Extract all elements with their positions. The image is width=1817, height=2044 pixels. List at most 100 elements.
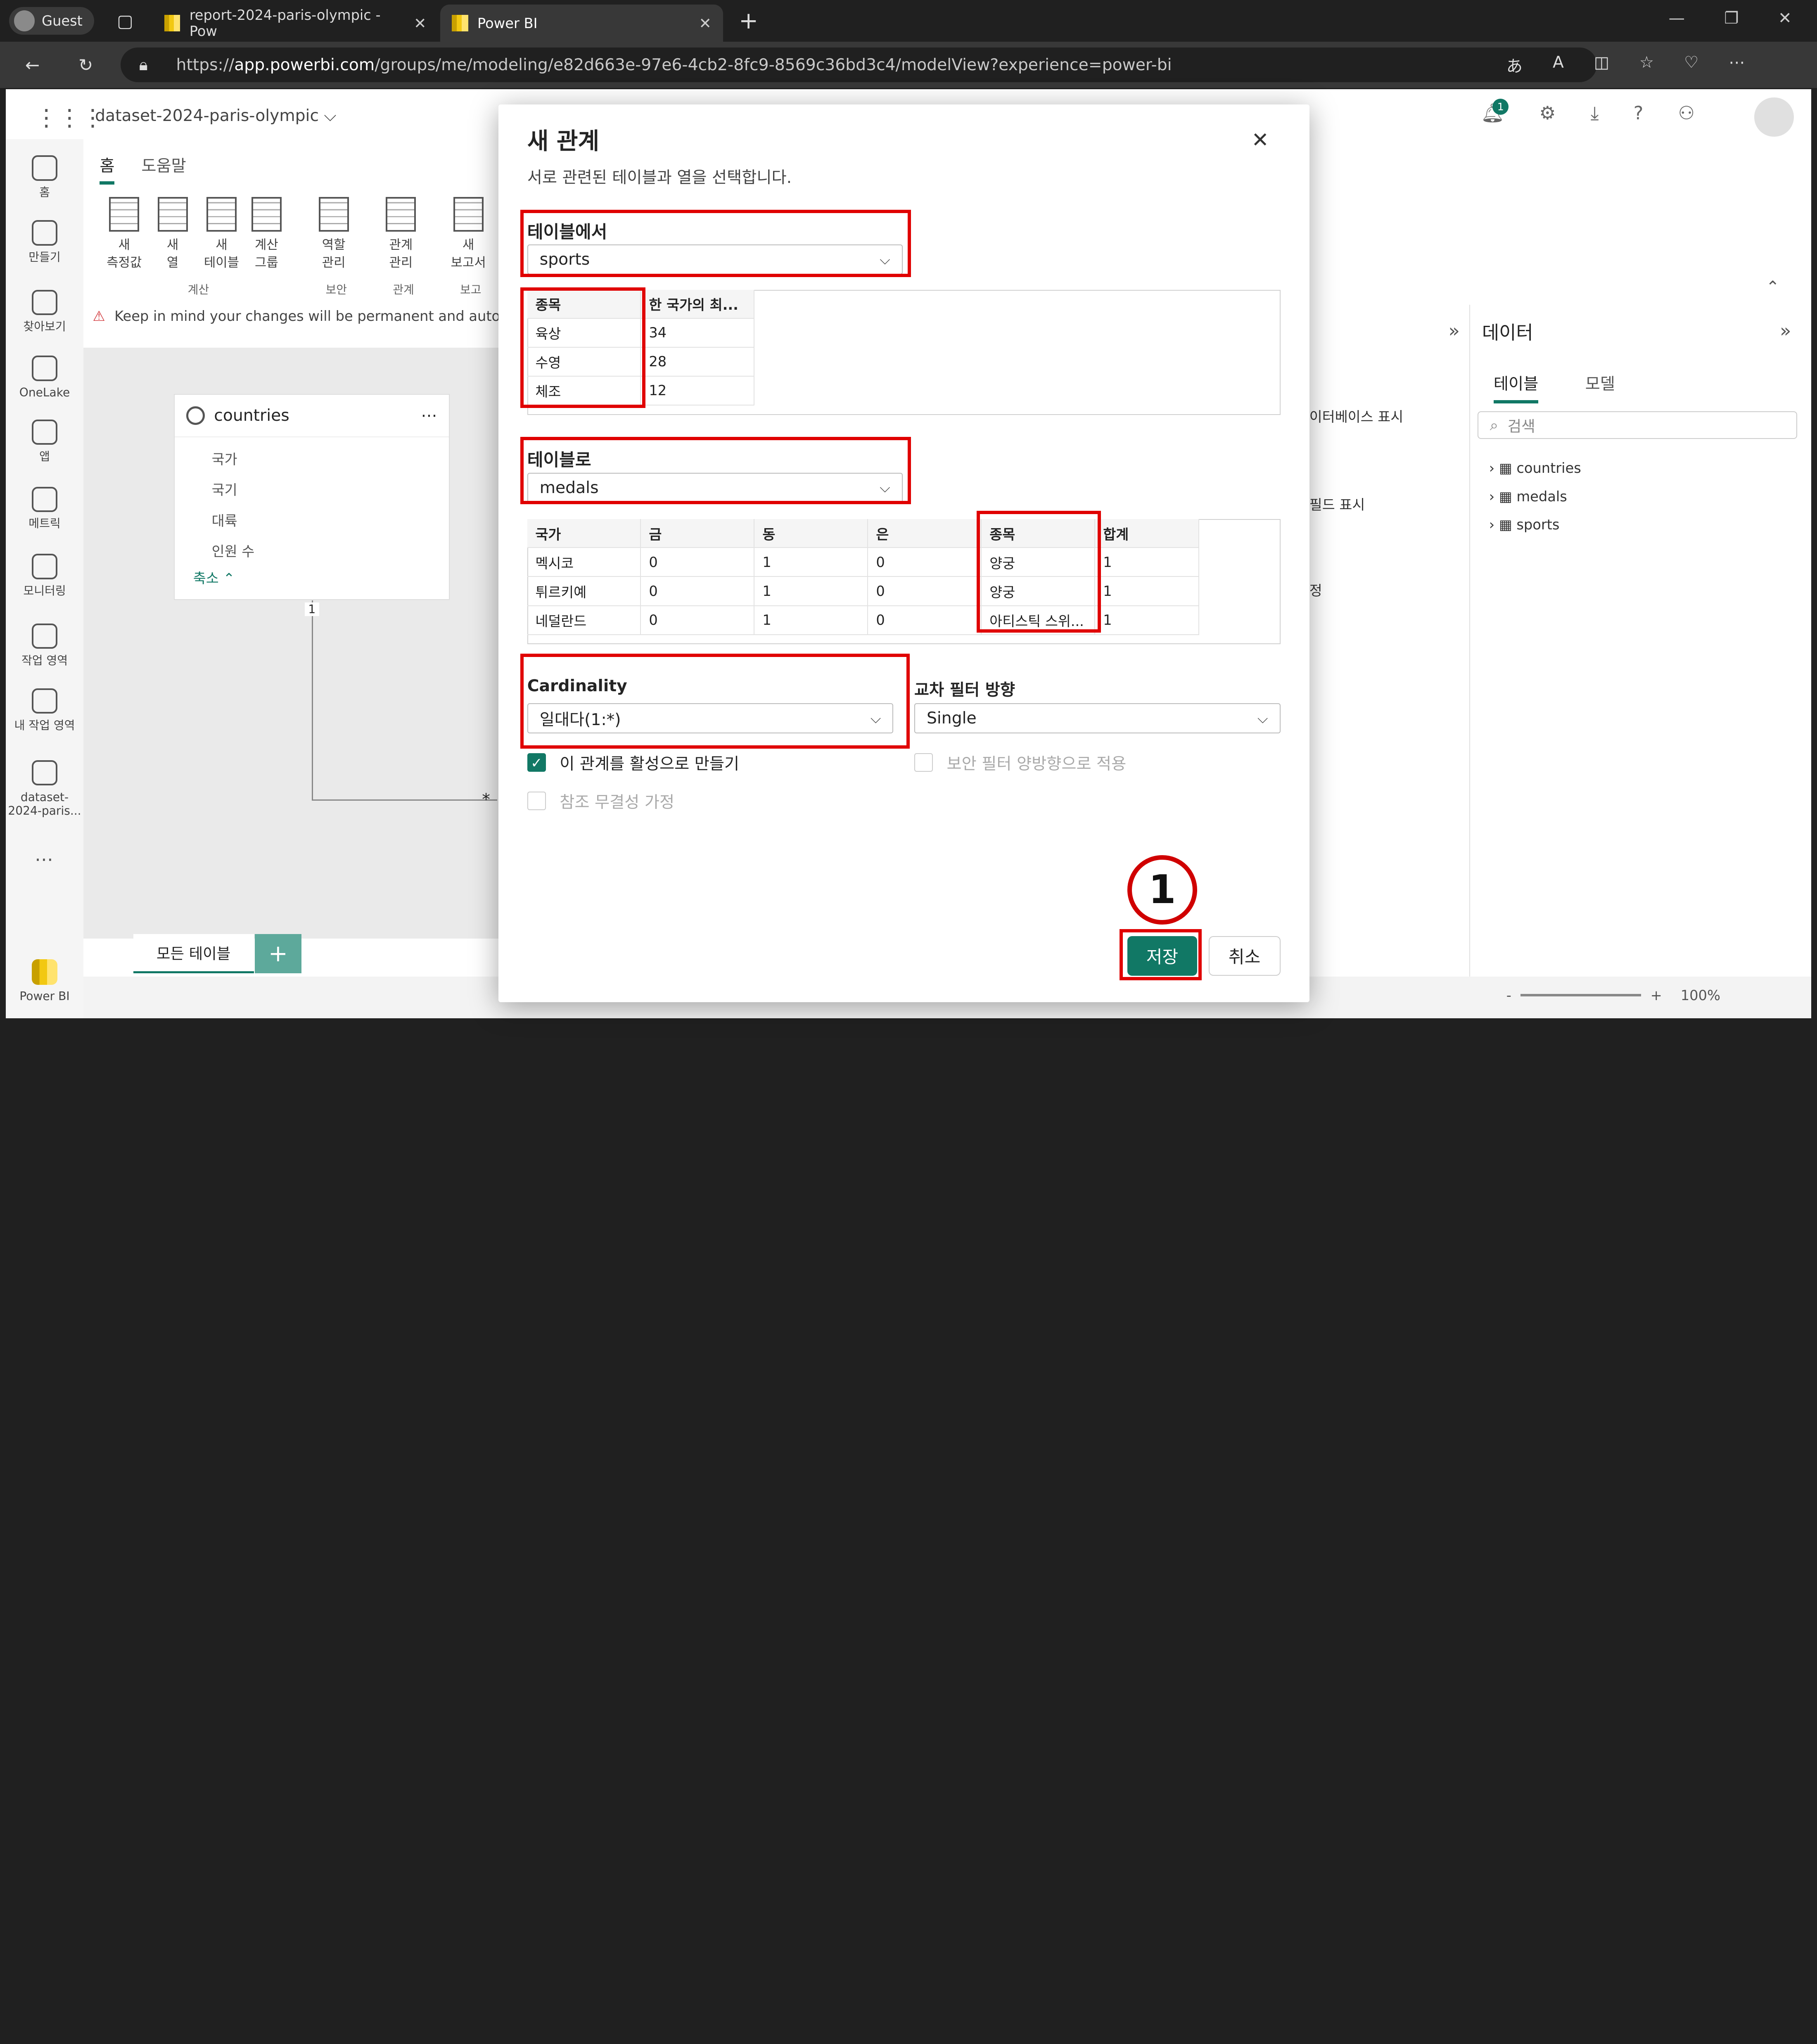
restore-icon[interactable]: ❐ xyxy=(1724,9,1739,28)
nav-item-8[interactable]: 내 작업 영역 xyxy=(6,688,83,733)
column-header[interactable]: 국가 xyxy=(527,519,641,548)
ribbon-group-label: 보안 xyxy=(325,283,347,297)
table-cell: 1 xyxy=(754,577,868,606)
health-icon[interactable]: ♡ xyxy=(1684,53,1698,77)
expand-pane-icon[interactable]: » xyxy=(1449,320,1460,341)
ribbon-icon xyxy=(386,197,416,232)
ribbon-group-label: 관계 xyxy=(393,283,414,297)
favorites-icon[interactable]: ☆ xyxy=(1639,53,1654,77)
table-cell: 1 xyxy=(754,548,868,577)
ribbon-icon xyxy=(109,197,140,232)
back-icon[interactable]: ← xyxy=(16,49,49,81)
field-item[interactable]: 국가 xyxy=(212,444,449,475)
nav-item-0[interactable]: 홈 xyxy=(6,155,83,199)
column-header[interactable]: 합계 xyxy=(1095,519,1200,548)
collapse-link[interactable]: 축소 ⌃ xyxy=(175,567,449,587)
close-tab-icon[interactable]: ✕ xyxy=(699,14,712,32)
close-icon[interactable]: ✕ xyxy=(1251,128,1269,152)
ribbon-label: 관리 xyxy=(322,255,346,270)
app-launcher-icon[interactable]: ⋮⋮⋮ xyxy=(35,104,104,131)
tab-actions-icon[interactable]: ▢ xyxy=(109,5,142,37)
ribbon-button-2[interactable]: 새 테이블 xyxy=(204,197,239,271)
account-avatar[interactable] xyxy=(1754,97,1794,137)
field-item[interactable]: 인원 수 xyxy=(212,536,449,567)
tab-model[interactable]: 모델 xyxy=(1585,371,1615,394)
nav-item-5[interactable]: 메트릭 xyxy=(6,486,83,531)
tab-powerbi[interactable]: Power BI ✕ xyxy=(440,5,723,42)
nav-item-9[interactable]: dataset- 2024-paris... xyxy=(6,760,83,818)
url-field[interactable]: https://app.powerbi.com/groups/me/modeli… xyxy=(120,47,1597,83)
filter-direction-select[interactable]: Single ⌵ xyxy=(914,703,1281,734)
collapse-ribbon-icon[interactable]: ⌃ xyxy=(1766,278,1779,296)
column-header[interactable]: 금 xyxy=(640,519,754,548)
ribbon-button-3[interactable]: 계산 그룹 xyxy=(251,197,282,271)
refresh-icon[interactable]: ↻ xyxy=(69,49,102,81)
dataset-name[interactable]: dataset-2024-paris-olympic ⌵ xyxy=(95,107,336,125)
nav-item-2[interactable]: 찾아보기 xyxy=(6,289,83,334)
search-input[interactable]: ⌕ 검색 xyxy=(1477,411,1798,439)
add-layout-button[interactable]: + xyxy=(255,934,301,974)
tab-help[interactable]: 도움말 xyxy=(141,153,186,176)
field-item[interactable]: 대륙 xyxy=(212,506,449,536)
help-icon[interactable]: ? xyxy=(1634,102,1644,124)
prop-text: 정 xyxy=(1309,583,1322,599)
prop-text: 이터베이스 표시 xyxy=(1309,409,1404,425)
table-cell: 0 xyxy=(640,577,754,606)
ribbon-button-6[interactable]: 새 보고서 xyxy=(451,197,486,271)
table-list-item[interactable]: › ▦ medals xyxy=(1489,483,1581,511)
zoom-control: - +100% xyxy=(1506,987,1720,1003)
countries-card[interactable]: countries ⋯ 국가 국기 대륙 인원 수 축소 ⌃ xyxy=(173,394,450,600)
zoom-in-icon[interactable]: + xyxy=(1651,987,1662,1003)
ribbon-button-5[interactable]: 관계 관리 xyxy=(386,197,416,271)
cancel-button[interactable]: 취소 xyxy=(1208,936,1281,976)
more-nav-icon[interactable]: ⋯ xyxy=(35,848,53,870)
table-list-item[interactable]: › ▦ countries xyxy=(1489,454,1581,483)
field-item[interactable]: 국기 xyxy=(212,475,449,505)
split-screen-icon[interactable]: ◫ xyxy=(1594,53,1609,77)
download-icon[interactable]: ⤓ xyxy=(1591,102,1599,124)
ribbon-button-0[interactable]: 새 측정값 xyxy=(107,197,142,271)
nav-item-4[interactable]: 앱 xyxy=(6,419,83,464)
more-icon[interactable]: ⋯ xyxy=(1729,53,1745,77)
nav-item-3[interactable]: OneLake xyxy=(6,356,83,400)
more-options-icon[interactable]: ⋯ xyxy=(421,406,437,425)
minimize-icon[interactable]: — xyxy=(1669,9,1685,28)
highlight-box xyxy=(520,209,911,277)
nav-item-10[interactable]: Power BI xyxy=(6,959,83,1003)
tab-home[interactable]: 홈 xyxy=(100,153,115,185)
ribbon-icon xyxy=(157,197,188,232)
tab-report[interactable]: report-2024-paris-olympic - Pow ✕ xyxy=(153,5,438,42)
close-window-icon[interactable]: ✕ xyxy=(1778,9,1792,28)
zoom-slider[interactable] xyxy=(1520,994,1641,996)
nav-label: 만들기 xyxy=(28,250,61,264)
nav-item-6[interactable]: 모니터링 xyxy=(6,554,83,598)
guest-profile-button[interactable]: Guest xyxy=(9,7,94,35)
active-checkbox-row[interactable]: ✓ 이 관계를 활성으로 만들기 xyxy=(527,751,739,774)
nav-item-7[interactable]: 작업 영역 xyxy=(6,623,83,668)
column-header[interactable]: 은 xyxy=(868,519,982,548)
column-header[interactable]: 동 xyxy=(754,519,868,548)
ribbon-icon xyxy=(251,197,282,232)
nav-label: 작업 영역 xyxy=(21,653,68,667)
data-pane xyxy=(1469,304,1811,977)
checkbox-checked[interactable]: ✓ xyxy=(527,753,546,772)
settings-icon[interactable]: ⚙ xyxy=(1539,102,1556,124)
window-controls: — ❐ ✕ xyxy=(1669,9,1792,28)
collapse-data-pane-icon[interactable]: » xyxy=(1780,320,1791,341)
nav-label: 메트릭 xyxy=(28,517,61,531)
read-aloud-icon[interactable]: A xyxy=(1553,53,1564,77)
warning-banner: ⚠ Keep in mind your changes will be perma… xyxy=(93,308,528,325)
nav-icon xyxy=(32,959,57,985)
ribbon-button-4[interactable]: 역할 관리 xyxy=(318,197,349,271)
ribbon-button-1[interactable]: 새열 xyxy=(157,197,188,271)
zoom-out-icon[interactable]: - xyxy=(1506,987,1511,1003)
close-tab-icon[interactable]: ✕ xyxy=(414,14,427,32)
table-list-item[interactable]: › ▦ sports xyxy=(1489,511,1581,539)
tab-all-tables[interactable]: 모든 테이블 xyxy=(133,934,254,974)
column-header[interactable]: 한 국가의 최... xyxy=(640,289,754,319)
nav-item-1[interactable]: 만들기 xyxy=(6,220,83,264)
share-icon[interactable]: ⚇ xyxy=(1678,102,1695,124)
new-tab-icon[interactable]: + xyxy=(732,5,765,37)
tab-tables[interactable]: 테이블 xyxy=(1493,371,1539,403)
translate-icon[interactable]: あ xyxy=(1506,53,1523,77)
